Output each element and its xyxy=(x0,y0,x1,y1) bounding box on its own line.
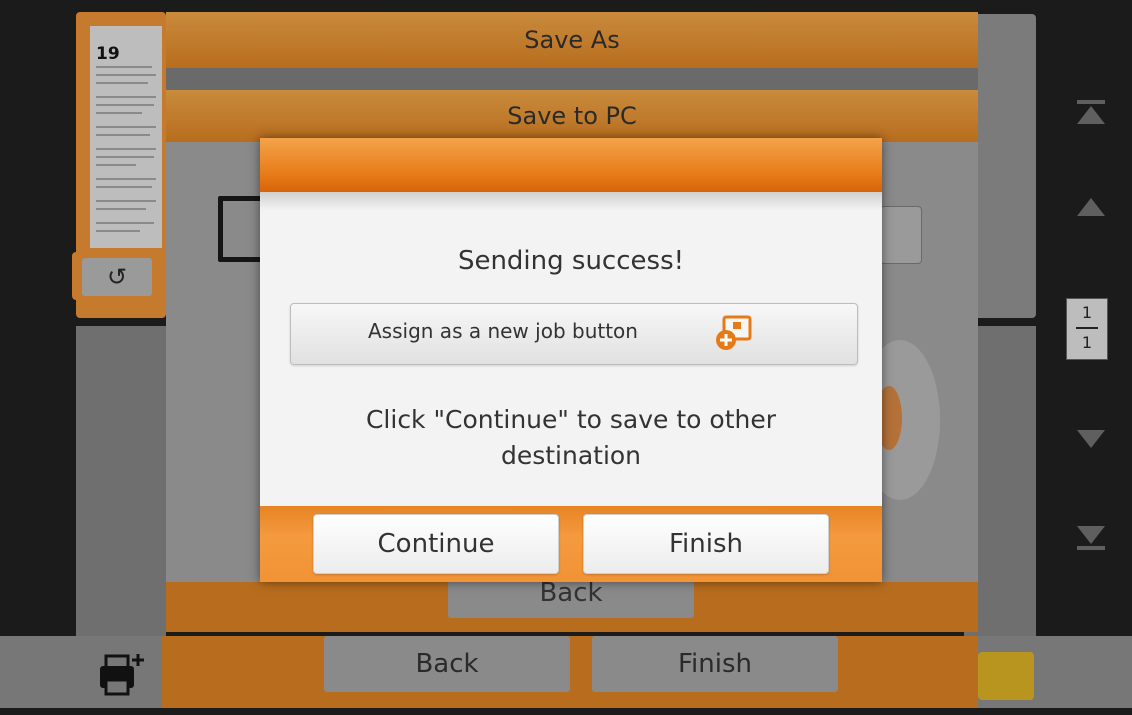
total-pages: 1 xyxy=(1081,333,1093,352)
thumbnail-page-number: 19 xyxy=(96,44,120,64)
finish-button-background[interactable]: Finish xyxy=(592,636,838,692)
scroll-down-icon[interactable] xyxy=(1074,426,1108,456)
dialog-hint-line1: Click "Continue" to save to other xyxy=(365,405,777,434)
dialog-header xyxy=(260,138,882,192)
bottom-action-bar xyxy=(162,636,978,708)
scroll-bottom-icon[interactable] xyxy=(1074,522,1108,558)
left-lower-panel xyxy=(76,326,166,636)
add-job-icon xyxy=(714,314,754,352)
inner-back-button[interactable]: Back xyxy=(448,578,694,618)
rotate-button[interactable]: ↺ xyxy=(82,258,152,296)
rotate-icon: ↺ xyxy=(106,263,128,291)
finish-button[interactable]: Finish xyxy=(583,514,829,574)
assign-new-job-label: Assign as a new job button xyxy=(368,319,638,343)
dialog-hint: Click "Continue" to save to other destin… xyxy=(300,402,842,474)
current-page: 1 xyxy=(1081,303,1093,322)
save-to-pc-title: Save to PC xyxy=(507,102,637,130)
printer-add-icon[interactable] xyxy=(92,644,152,700)
page-divider xyxy=(1076,327,1098,329)
dialog-header-shadow xyxy=(260,192,882,210)
dialog-message: Sending success! xyxy=(457,246,685,276)
scroll-up-icon[interactable] xyxy=(1074,196,1108,226)
dialog-hint-line2: destination xyxy=(500,441,642,470)
destination-field[interactable] xyxy=(880,206,922,264)
scroll-top-icon[interactable] xyxy=(1074,98,1108,134)
continue-button[interactable]: Continue xyxy=(313,514,559,574)
save-as-title: Save As xyxy=(524,26,620,54)
bottom-right-button[interactable] xyxy=(978,652,1034,700)
back-button[interactable]: Back xyxy=(324,636,570,692)
page-indicator: 1 1 xyxy=(1066,298,1108,360)
